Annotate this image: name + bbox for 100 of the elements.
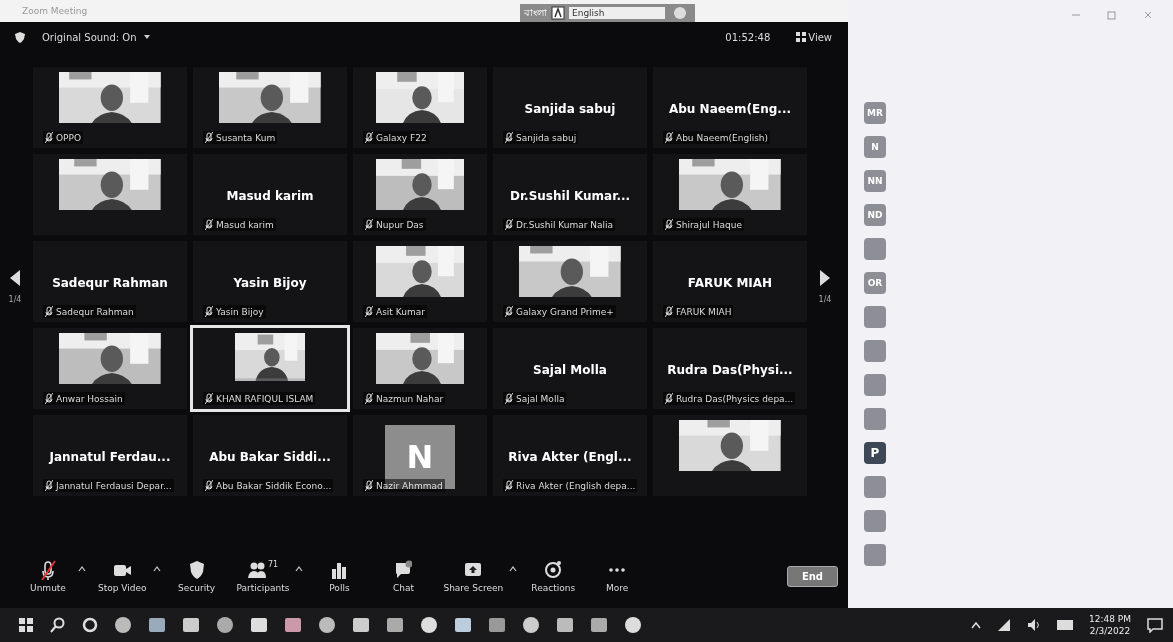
participant-label: FARUK MIAH: [676, 306, 732, 317]
muted-mic-icon: [45, 393, 53, 404]
participant-name: FARUK MIAH: [687, 276, 773, 290]
participant-avatar: ND: [864, 204, 886, 226]
participant-label: Sanjida sabuj: [516, 132, 577, 143]
participant-label: Galaxy F22: [376, 132, 427, 143]
network-icon[interactable]: [997, 618, 1011, 632]
participant-label: OPPO: [56, 132, 82, 143]
muted-mic-icon: [665, 132, 673, 143]
windows-start-icon[interactable]: [18, 617, 34, 633]
caret-up-icon[interactable]: [152, 565, 161, 572]
toolbar-button[interactable]: 71 Participants: [232, 559, 294, 593]
grid-icon: [796, 32, 807, 42]
muted-mic-icon: [39, 559, 57, 580]
toolbar-button[interactable]: Chat: [375, 559, 432, 593]
speaker-icon[interactable]: [1027, 618, 1041, 632]
round-app-icon[interactable]: [624, 616, 642, 634]
participant-label: KHAN RAFIQUL ISLAM: [216, 393, 314, 404]
clock-time: 12:48 PM: [1089, 613, 1131, 625]
app-icon[interactable]: [386, 616, 404, 634]
participant-avatar: MR: [864, 102, 886, 124]
muted-mic-icon: [365, 393, 373, 404]
page-number: 1/4: [818, 295, 832, 304]
app-icon[interactable]: [352, 616, 370, 634]
window-title: Zoom Meeting: [22, 6, 88, 16]
app-icon[interactable]: [182, 616, 200, 634]
participant-name: Sajal Molla: [533, 363, 607, 377]
view-button[interactable]: View: [790, 30, 838, 44]
app-icon[interactable]: [454, 616, 472, 634]
participant-label: Susanta Kum: [216, 132, 276, 143]
participant-label: Yasin Bijoy: [216, 306, 264, 317]
toolbar-button[interactable]: Reactions: [525, 559, 582, 593]
muted-mic-icon: [665, 219, 673, 230]
muted-mic-icon: [365, 306, 373, 317]
circle-icon[interactable]: [82, 617, 98, 633]
end-button[interactable]: End: [786, 565, 838, 587]
participant-avatar: P: [864, 442, 886, 464]
participant-label: Rudra Das(Physics depa...: [676, 393, 794, 404]
muted-mic-icon: [505, 132, 513, 143]
toolbar-button[interactable]: More: [589, 559, 646, 593]
participant-label: Jannatul Ferdausi Depar...: [56, 480, 172, 491]
round-app-icon[interactable]: [216, 616, 234, 634]
search-icon[interactable]: [50, 617, 66, 633]
participant-label: Anwar Hossain: [56, 393, 123, 404]
participant-name: Rudra Das(Physi...: [667, 363, 793, 377]
caret-up-icon[interactable]: [78, 565, 86, 572]
caret-up-icon[interactable]: [971, 621, 981, 629]
caret-up-icon[interactable]: [295, 565, 304, 572]
round-app-icon[interactable]: [318, 616, 336, 634]
clock-date: 2/3/2022: [1089, 625, 1131, 637]
muted-mic-icon: [205, 306, 213, 317]
muted-mic-icon: [205, 219, 213, 230]
language-dropdown[interactable]: English: [569, 7, 665, 19]
toolbar-button[interactable]: Unmute: [20, 559, 76, 593]
participant-name: Riva Akter (Engl...: [508, 450, 632, 464]
muted-mic-icon: [665, 306, 673, 317]
app-icon[interactable]: [250, 616, 268, 634]
participant-avatar: N: [864, 136, 886, 158]
participant-label: Shirajul Haque: [676, 219, 742, 230]
participant-name: Dr.Sushil Kumar...: [509, 189, 631, 203]
meeting-timer: 01:52:48: [725, 31, 771, 43]
participant-label: Asit Kumar: [376, 306, 425, 317]
previous-page-arrow[interactable]: [9, 269, 21, 287]
participant-name: Jannatul Ferdau...: [49, 450, 171, 464]
muted-mic-icon: [365, 219, 373, 230]
notification-icon[interactable]: [1147, 617, 1163, 633]
app-icon[interactable]: [284, 616, 302, 634]
app-icon[interactable]: [488, 616, 506, 634]
next-page-arrow[interactable]: [819, 269, 831, 287]
participant-name: Yasin Bijoy: [233, 276, 307, 290]
participant-avatar: OR: [864, 272, 886, 294]
round-app-icon[interactable]: [522, 616, 540, 634]
round-app-icon[interactable]: [420, 616, 438, 634]
caret-icon[interactable]: [142, 34, 151, 40]
muted-mic-icon: [45, 132, 53, 143]
participant-name: Sanjida sabuj: [524, 102, 616, 116]
participant-label: Nazmun Nahar: [376, 393, 444, 404]
muted-mic-icon: [505, 219, 513, 230]
app-icon[interactable]: [556, 616, 574, 634]
participant-label: Sajal Molla: [516, 393, 565, 404]
toolbar-button[interactable]: Share Screen: [439, 559, 508, 593]
dots-icon: [608, 567, 627, 572]
app-icon[interactable]: [148, 616, 166, 634]
toolbar-button[interactable]: Security: [168, 559, 225, 593]
muted-mic-icon: [205, 132, 213, 143]
caret-up-icon[interactable]: [509, 565, 518, 572]
round-app-icon[interactable]: [114, 616, 132, 634]
participant-label: Sadequr Rahman: [56, 306, 134, 317]
toolbar-button[interactable]: Stop Video: [94, 559, 151, 593]
participant-label: Galaxy Grand Prime+: [516, 306, 614, 317]
original-sound-toggle[interactable]: Original Sound: On: [42, 31, 137, 43]
muted-mic-icon: [45, 480, 53, 491]
app-icon[interactable]: [590, 616, 608, 634]
muted-mic-icon: [365, 480, 373, 491]
toolbar-button[interactable]: Polls: [311, 559, 368, 593]
participant-label: Masud karim: [216, 219, 274, 230]
muted-mic-icon: [45, 306, 53, 317]
participant-label: Nupur Das: [376, 219, 424, 230]
muted-mic-icon: [365, 132, 373, 143]
participant-name: Abu Naeem(Eng...: [669, 102, 791, 116]
